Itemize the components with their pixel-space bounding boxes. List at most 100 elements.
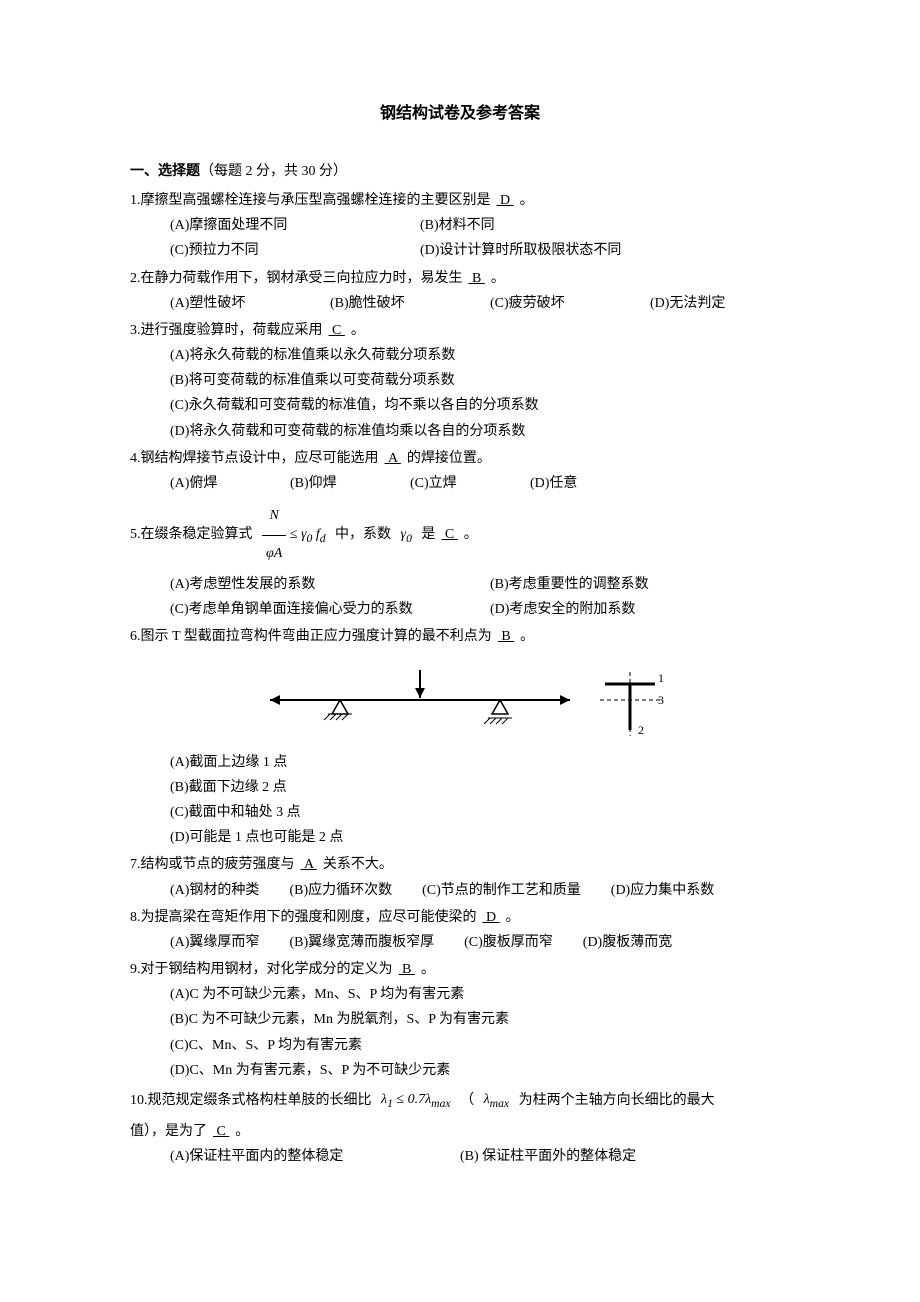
question-6: 6.图示 T 型截面拉弯构件弯曲正应力强度计算的最不利点为 B 。 <box>130 624 790 649</box>
q4-options: (A)俯焊 (B)仰焊 (C)立焊 (D)任意 <box>130 471 790 496</box>
q9-opt-b: (B)C 为不可缺少元素，Mn 为脱氧剂，S、P 为有害元素 <box>170 1007 790 1032</box>
q5-options: (A)考虑塑性发展的系数 (B)考虑重要性的调整系数 (C)考虑单角钢单面连接偏… <box>130 572 790 622</box>
question-10: 10.规范规定缀条式格构柱单肢的长细比 λ1 ≤ 0.7λmax （ λmax … <box>130 1085 790 1117</box>
q3-opt-a: (A)将永久荷载的标准值乘以永久荷载分项系数 <box>170 343 790 368</box>
q10-stem-mid: 为柱两个主轴方向长细比的最大 <box>519 1093 715 1108</box>
q5-num: N <box>262 498 286 535</box>
q5-gamma: γ0 <box>401 517 412 554</box>
q2-opt-c: (C)疲劳破坏 <box>490 291 620 316</box>
question-3: 3.进行强度验算时，荷载应采用 C 。 <box>130 318 790 343</box>
section-1-rest: （每题 2 分，共 30 分） <box>200 164 347 179</box>
q10-lammax2: λmax <box>484 1085 510 1116</box>
q4-answer: A <box>379 451 407 466</box>
q9-answer: B <box>393 962 421 977</box>
q1-options: (A)摩擦面处理不同 (B)材料不同 (C)预拉力不同 (D)设计计算时所取极限… <box>130 213 790 263</box>
svg-text:2: 2 <box>638 723 644 737</box>
q10-options: (A)保证柱平面内的整体稳定 (B) 保证柱平面外的整体稳定 <box>130 1144 790 1169</box>
q5-opt-b: (B)考虑重要性的调整系数 <box>490 572 649 597</box>
q5-dsub: d <box>320 532 326 545</box>
q1-stem-b: 。 <box>520 193 534 208</box>
q1-answer: D <box>491 193 520 208</box>
q1-opt-c: (C)预拉力不同 <box>170 238 390 263</box>
q5-stem-mid: 中，系数 <box>335 527 391 542</box>
q4-stem-b: 的焊接位置。 <box>407 451 491 466</box>
q1-opt-d: (D)设计计算时所取极限状态不同 <box>420 238 621 263</box>
q3-opt-b: (B)将可变荷载的标准值乘以可变荷载分项系数 <box>170 368 790 393</box>
q8-opt-d: (D)腹板薄而宽 <box>583 930 672 955</box>
q6-opt-c: (C)截面中和轴处 3 点 <box>170 800 790 825</box>
question-7: 7.结构或节点的疲劳强度与 A 关系不大。 <box>130 852 790 877</box>
svg-text:1: 1 <box>658 671 664 685</box>
q5-stem-a: 5.在缀条稳定验算式 <box>130 527 253 542</box>
q8-opt-a: (A)翼缘厚而窄 <box>170 930 259 955</box>
q6-stem-a: 6.图示 T 型截面拉弯构件弯曲正应力强度计算的最不利点为 <box>130 629 492 644</box>
q3-answer: C <box>323 323 351 338</box>
q7-answer: A <box>295 857 323 872</box>
page-title: 钢结构试卷及参考答案 <box>130 100 790 129</box>
q8-stem-b: 。 <box>506 910 520 925</box>
question-2: 2.在静力荷载作用下，钢材承受三向拉应力时，易发生 B 。 <box>130 266 790 291</box>
q9-options: (A)C 为不可缺少元素，Mn、S、P 均为有害元素 (B)C 为不可缺少元素，… <box>130 982 790 1083</box>
question-4: 4.钢结构焊接节点设计中，应尽可能选用 A 的焊接位置。 <box>130 446 790 471</box>
q3-opt-c: (C)永久荷载和可变荷载的标准值，均不乘以各自的分项系数 <box>170 393 790 418</box>
q2-stem-a: 2.在静力荷载作用下，钢材承受三向拉应力时，易发生 <box>130 271 463 286</box>
q1-stem-a: 1.摩擦型高强螺栓连接与承压型高强螺栓连接的主要区别是 <box>130 193 491 208</box>
q5-fd: f <box>312 527 319 542</box>
q2-stem-b: 。 <box>491 271 505 286</box>
q8-answer: D <box>477 910 506 925</box>
q10-stem-b: 。 <box>235 1124 249 1139</box>
q9-opt-a: (A)C 为不可缺少元素，Mn、S、P 均为有害元素 <box>170 982 790 1007</box>
q3-options: (A)将永久荷载的标准值乘以永久荷载分项系数 (B)将可变荷载的标准值乘以可变荷… <box>130 343 790 444</box>
q7-opt-c: (C)节点的制作工艺和质量 <box>422 878 581 903</box>
q5-stem-end: 是 <box>421 527 435 542</box>
q10-opt-a: (A)保证柱平面内的整体稳定 <box>170 1144 430 1169</box>
q4-stem-a: 4.钢结构焊接节点设计中，应尽可能选用 <box>130 451 379 466</box>
q2-opt-d: (D)无法判定 <box>650 291 725 316</box>
section-1-heading: 一、选择题（每题 2 分，共 30 分） <box>130 159 790 184</box>
q10-stem-line2: 值），是为了 <box>130 1124 207 1139</box>
beam-diagram-icon: 1 3 2 <box>250 660 670 740</box>
question-5: 5.在缀条稳定验算式 N φA ≤ γ0 fd 中，系数 γ0 是 C 。 <box>130 498 790 572</box>
q1-opt-b: (B)材料不同 <box>420 213 495 238</box>
q3-stem-a: 3.进行强度验算时，荷载应采用 <box>130 323 323 338</box>
q5-rel: ≤ γ <box>290 527 307 542</box>
q7-opt-a: (A)钢材的种类 <box>170 878 259 903</box>
q1-opt-a: (A)摩擦面处理不同 <box>170 213 390 238</box>
section-1-bold: 一、选择题 <box>130 164 200 179</box>
q3-stem-b: 。 <box>351 323 365 338</box>
q10-answer: C <box>207 1124 235 1139</box>
q5-stem-b: 。 <box>464 527 478 542</box>
q5-opt-a: (A)考虑塑性发展的系数 <box>170 572 460 597</box>
question-8: 8.为提高梁在弯矩作用下的强度和刚度，应尽可能使梁的 D 。 <box>130 905 790 930</box>
q6-opt-a: (A)截面上边缘 1 点 <box>170 750 790 775</box>
q4-opt-c: (C)立焊 <box>410 471 500 496</box>
q2-opt-a: (A)塑性破坏 <box>170 291 300 316</box>
q8-stem-a: 8.为提高梁在弯矩作用下的强度和刚度，应尽可能使梁的 <box>130 910 477 925</box>
q6-options: (A)截面上边缘 1 点 (B)截面下边缘 2 点 (C)截面中和轴处 3 点 … <box>130 750 790 851</box>
q6-opt-b: (B)截面下边缘 2 点 <box>170 775 790 800</box>
q6-answer: B <box>492 629 520 644</box>
q10-opt-b: (B) 保证柱平面外的整体稳定 <box>460 1144 636 1169</box>
q10-paren: （ <box>460 1093 474 1108</box>
q7-stem-b: 关系不大。 <box>323 857 393 872</box>
q8-options: (A)翼缘厚而窄 (B)翼缘宽薄而腹板窄厚 (C)腹板厚而窄 (D)腹板薄而宽 <box>130 930 790 955</box>
q2-options: (A)塑性破坏 (B)脆性破坏 (C)疲劳破坏 (D)无法判定 <box>130 291 790 316</box>
q9-stem-a: 9.对于钢结构用钢材，对化学成分的定义为 <box>130 962 393 977</box>
q8-opt-b: (B)翼缘宽薄而腹板窄厚 <box>289 930 434 955</box>
q6-diagram: 1 3 2 <box>130 660 790 740</box>
svg-text:3: 3 <box>658 693 664 707</box>
q4-opt-a: (A)俯焊 <box>170 471 260 496</box>
q5-den: φA <box>262 536 286 572</box>
q5-answer: C <box>435 527 463 542</box>
q9-stem-b: 。 <box>421 962 435 977</box>
q8-opt-c: (C)腹板厚而窄 <box>464 930 553 955</box>
q9-opt-c: (C)C、Mn、S、P 均为有害元素 <box>170 1033 790 1058</box>
q2-answer: B <box>463 271 491 286</box>
q5-opt-c: (C)考虑单角钢单面连接偏心受力的系数 <box>170 597 460 622</box>
question-1: 1.摩擦型高强螺栓连接与承压型高强螺栓连接的主要区别是 D 。 <box>130 188 790 213</box>
q9-opt-d: (D)C、Mn 为有害元素，S、P 为不可缺少元素 <box>170 1058 790 1083</box>
q3-opt-d: (D)将永久荷载和可变荷载的标准值均乘以各自的分项系数 <box>170 419 790 444</box>
q10-stem-a: 10.规范规定缀条式格构柱单肢的长细比 <box>130 1093 372 1108</box>
q7-options: (A)钢材的种类 (B)应力循环次数 (C)节点的制作工艺和质量 (D)应力集中… <box>130 878 790 903</box>
q7-stem-a: 7.结构或节点的疲劳强度与 <box>130 857 295 872</box>
